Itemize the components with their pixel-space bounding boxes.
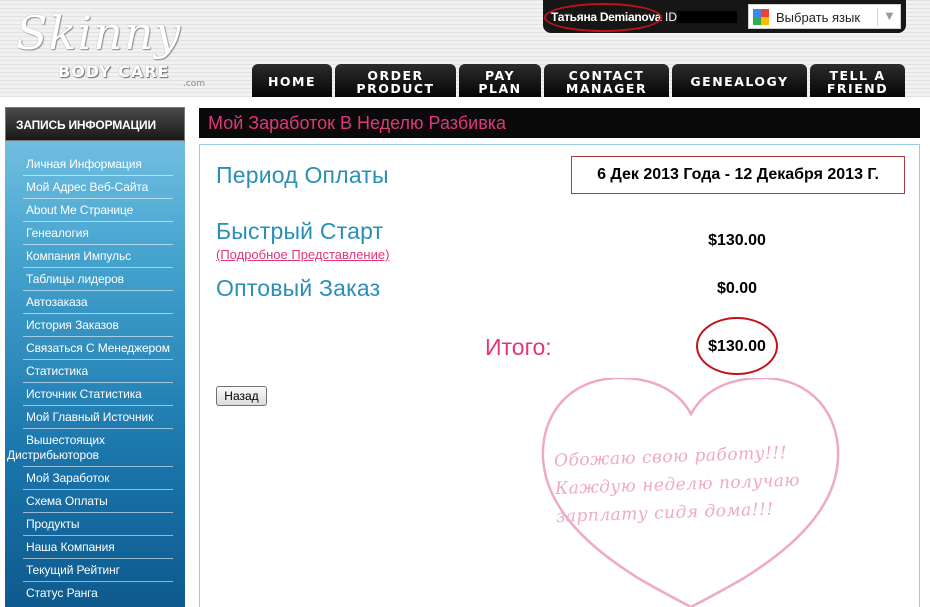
site-header: Skinny BODY CARE .com Татьяна Demianova …: [0, 0, 930, 97]
sidebar-item-our-company[interactable]: Наша Компания: [5, 536, 185, 559]
language-divider: [877, 8, 878, 26]
sidebar-item-leaderboards[interactable]: Таблицы лидеров: [5, 268, 185, 291]
pay-period-value: 6 Дек 2013 Года - 12 Декабря 2013 Г.: [571, 156, 905, 194]
sidebar-item-company-impulse[interactable]: Компания Импульс: [5, 245, 185, 268]
pay-period-label: Период Оплаты: [216, 162, 389, 188]
total-label: Итого:: [485, 334, 552, 360]
fast-start-label: Быстрый Старт: [216, 218, 384, 244]
sidebar-item-rank-status[interactable]: Статус Ранга: [5, 582, 185, 605]
redacted-id: [677, 11, 737, 23]
sidebar-item-my-earnings[interactable]: Мой Заработок: [5, 467, 185, 490]
language-label: Выбрать язык: [776, 10, 861, 25]
sidebar-title: ЗАПИСЬ ИНФОРМАЦИИ: [16, 118, 156, 132]
logo-brand: BODY CARE: [58, 62, 170, 81]
sidebar-item-personal-info[interactable]: Личная Информация: [5, 153, 185, 176]
page-title-bar: Мой Заработок В Неделю Разбивка: [199, 108, 920, 138]
sidebar-item-current-rating[interactable]: Текущий Рейтинг: [5, 559, 185, 582]
user-id-label: ID: [665, 10, 677, 24]
chevron-down-icon[interactable]: ▼: [883, 8, 896, 23]
nav-tab-contact-manager[interactable]: CONTACT MANAGER: [544, 64, 669, 97]
total-highlight-circle: [696, 317, 778, 375]
nav-tab-home[interactable]: HOME: [252, 64, 332, 97]
sidebar-item-about-me[interactable]: About Me Странице: [5, 199, 185, 222]
wholesale-order-label: Оптовый Заказ: [216, 275, 381, 301]
name-highlight-circle: [544, 3, 662, 32]
skinny-body-care-logo[interactable]: Skinny BODY CARE .com: [10, 6, 210, 89]
fast-start-amount: $130.00: [708, 232, 766, 249]
sidebar-item-genealogy[interactable]: Генеалогия: [5, 222, 185, 245]
nav-tab-pay-plan[interactable]: PAY PLAN: [459, 64, 541, 97]
sidebar-item-main-source[interactable]: Мой Главный Источник: [5, 406, 185, 429]
nav-tab-order-product[interactable]: ORDER PRODUCT: [335, 64, 456, 97]
language-select[interactable]: Выбрать язык ▼: [748, 4, 901, 29]
sidebar-item-autoship[interactable]: Автозаказа: [5, 291, 185, 314]
detailed-view-link[interactable]: (Подробное Представление): [216, 247, 389, 262]
nav-tab-genealogy[interactable]: GENEALOGY: [672, 64, 807, 97]
google-translate-icon: [753, 9, 769, 25]
nav-tab-tell-a-friend[interactable]: TELL A FRIEND: [810, 64, 905, 97]
page-title: Мой Заработок В Неделю Разбивка: [208, 113, 507, 133]
heart-handwritten-note: Обожаю свою работу!!! Каждую неделю полу…: [554, 437, 847, 531]
sidebar-item-pay-plan[interactable]: Схема Оплаты: [5, 490, 185, 513]
sidebar-header: ЗАПИСЬ ИНФОРМАЦИИ: [5, 107, 185, 141]
sidebar-item-contact-manager[interactable]: Связаться С Менеджером: [5, 337, 185, 360]
logo-script: Skinny: [16, 6, 182, 60]
sidebar-item-source-statistics[interactable]: Источник Статистика: [5, 383, 185, 406]
back-button[interactable]: Назад: [216, 386, 267, 406]
sidebar: ЗАПИСЬ ИНФОРМАЦИИ Личная Информация Мой …: [5, 107, 185, 607]
sidebar-item-products[interactable]: Продукты: [5, 513, 185, 536]
sidebar-item-website-address[interactable]: Мой Адрес Веб-Сайта: [5, 176, 185, 199]
sidebar-item-statistics[interactable]: Статистика: [5, 360, 185, 383]
sidebar-item-order-history[interactable]: История Заказов: [5, 314, 185, 337]
logo-suffix: .com: [183, 79, 206, 89]
wholesale-order-amount: $0.00: [716, 280, 758, 297]
sidebar-item-upline-distributors[interactable]: Вышестоящих Дистрибьюторов: [5, 429, 185, 467]
